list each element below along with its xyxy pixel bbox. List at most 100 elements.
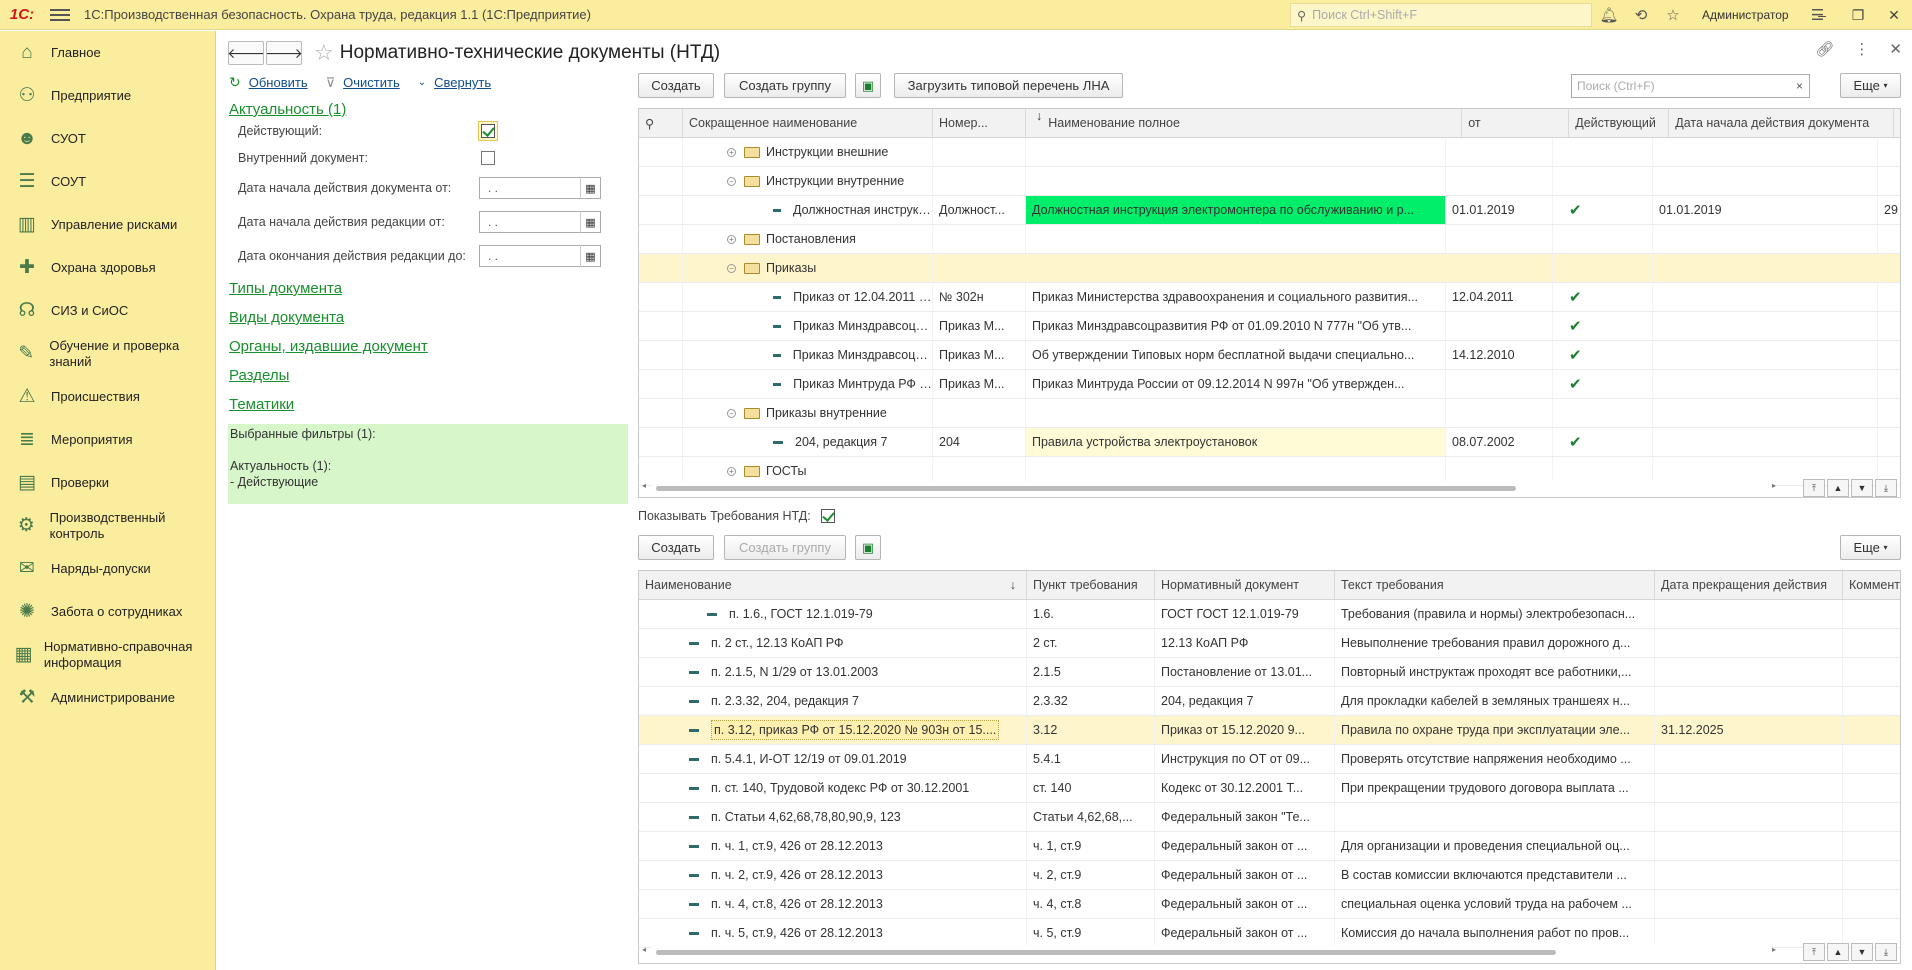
table-row[interactable]: п. 3.12, приказ РФ от 15.12.2020 № 903н … [639,716,1900,745]
more-vertical-icon[interactable]: ⋮ [1854,40,1869,58]
documents-hscroll[interactable]: ◂ ▸ [642,481,1776,495]
column-header[interactable]: Номер... [933,109,1026,137]
table-row[interactable]: Приказ Минздравсоцразвит... Приказ М... Пр… [639,312,1900,341]
sidebar-item[interactable]: ✚ Охрана здоровья [0,246,215,289]
forward-button[interactable]: 🡒 [265,41,303,65]
column-header[interactable]: Дата прекращения действия [1655,571,1843,599]
close-form-icon[interactable]: ✕ [1889,40,1902,58]
table-row[interactable]: Приказ Минздравсоцразвити... Приказ М... О… [639,341,1900,370]
table-row[interactable]: − Приказы внутренние [639,399,1900,428]
sidebar-item[interactable]: ⚙ Производственный контроль [0,504,215,547]
column-header[interactable]: Комментар [1843,571,1900,599]
table-row[interactable]: 204, редакция 7 204 Правила устройства эле… [639,428,1900,457]
filter-group-doc-types[interactable]: Типы документа [229,280,342,297]
minimize-icon[interactable]: – [1804,7,1840,23]
table-row[interactable]: п. ч. 2, ст.9, 426 от 28.12.2013 ч. 2, ст… [639,861,1900,890]
table-row[interactable]: − Инструкции внутренние [639,167,1900,196]
table-row[interactable]: Приказ Минтруда РФ N 997... Приказ М... Пр… [639,370,1900,399]
clear-search-button[interactable]: × [1790,74,1810,98]
table-row[interactable]: п. 1.6., ГОСТ 12.1.019-79 1.6. ГОСТ ГОСТ … [639,600,1900,629]
sidebar-item[interactable]: ⌂ Главное [0,31,215,74]
show-requirements-checkbox[interactable] [821,509,835,523]
restore-icon[interactable]: ❐ [1840,7,1876,24]
actuality-group-link[interactable]: Актуальность (1) [229,101,346,118]
next-row-icon[interactable]: ▼ [1851,479,1873,497]
table-row[interactable]: п. 2.3.32, 204, редакция 7 2.3.32 204, ред… [639,687,1900,716]
table-row[interactable]: п. 2.1.5, N 1/29 от 13.01.2003 2.1.5 Поста… [639,658,1900,687]
close-icon[interactable]: ✕ [1876,7,1912,24]
table-row[interactable]: п. ст. 140, Трудовой кодекс РФ от 30.12.… [639,774,1900,803]
sidebar-item[interactable]: ☊ СИЗ и СиОС [0,289,215,332]
documents-table[interactable]: ⚲ Сокращенное наименование Номер... ↓ Наимен… [638,108,1901,498]
requirements-hscroll[interactable]: ◂ ▸ [642,945,1776,959]
favorite-star-icon[interactable]: ☆ [314,40,334,66]
sidebar-item[interactable]: ☰ СОУТ [0,160,215,203]
sidebar-item[interactable]: ⚠ Происшествия [0,375,215,418]
sidebar-item[interactable]: ▦ Нормативно-справочная информация [0,633,215,676]
table-row[interactable]: п. 2 ст., 12.13 КоАП РФ 2 ст. 12.13 КоАП … [639,629,1900,658]
sidebar-item[interactable]: ▥ Управление рисками [0,203,215,246]
last-row-icon[interactable]: ⤓ [1875,479,1897,497]
table-search-input[interactable]: Поиск (Ctrl+F) [1571,74,1791,98]
table-row[interactable]: + Постановления [639,225,1900,254]
menu-icon[interactable] [50,8,70,21]
attachment-icon[interactable]: ⚲ [639,109,683,137]
sidebar-item[interactable]: ⚒ Администрирование [0,676,215,719]
column-header[interactable]: Дата начала действия документа [1669,109,1895,137]
sidebar-item[interactable]: ☻ СУОТ [0,117,215,160]
table-row[interactable]: Приказ от 12.04.2011 № 302н № 302н Приказ … [639,283,1900,312]
link-icon[interactable]: 🔗︎ [1815,40,1834,58]
history-icon[interactable]: ⟲ [1632,6,1650,24]
excel-export-button-2[interactable]: ▣ [855,535,881,560]
star-icon[interactable]: ☆ [1664,6,1682,24]
collapse-icon[interactable]: − [727,176,736,186]
table-row[interactable]: п. ч. 4, ст.8, 426 от 28.12.2013 ч. 4, ст… [639,890,1900,919]
collapse-icon[interactable]: − [727,408,736,418]
collapse-link[interactable]: Свернуть [434,75,491,90]
prev-row-icon[interactable]: ▲ [1827,479,1849,497]
active-checkbox[interactable] [481,124,495,138]
more-button-2[interactable]: Еще ▾ [1840,535,1901,560]
filter-group-issuers[interactable]: Органы, издавшие документ [229,338,428,355]
expand-icon[interactable]: + [727,466,736,476]
column-header[interactable]: Действующий [1569,109,1670,137]
calendar-icon[interactable]: ▦ [580,211,600,233]
column-header[interactable]: Сокращенное наименование [683,109,933,137]
table-row[interactable]: п. 5.4.1, И-ОТ 12/19 от 09.01.2019 5.4.1 И… [639,745,1900,774]
table-row[interactable]: п. ч. 1, ст.9, 426 от 28.12.2013 ч. 1, ст… [639,832,1900,861]
column-header[interactable]: Пункт требования [1027,571,1155,599]
bell-icon[interactable]: 🔔︎ [1599,6,1618,24]
user-name[interactable]: Администратор [1702,8,1789,22]
filter-group-sections[interactable]: Разделы [229,367,289,384]
back-button[interactable]: 🡐 [227,41,265,65]
first-row-icon[interactable]: ⤒ [1803,943,1825,961]
last-row-icon[interactable]: ⤓ [1875,943,1897,961]
filter-group-doc-kinds[interactable]: Виды документа [229,309,344,326]
prev-row-icon[interactable]: ▲ [1827,943,1849,961]
global-search-input[interactable]: ⚲ Поиск Ctrl+Shift+F [1290,3,1592,27]
table-row[interactable]: Должностная инструкция эл... Должност... Д… [639,196,1900,225]
excel-export-button[interactable]: ▣ [855,73,881,98]
expand-icon[interactable]: + [727,147,736,157]
table-row[interactable]: − Приказы [639,254,1900,283]
more-button[interactable]: Еще ▾ [1840,73,1901,98]
internal-doc-checkbox[interactable] [481,151,495,165]
next-row-icon[interactable]: ▼ [1851,943,1873,961]
first-row-icon[interactable]: ⤒ [1803,479,1825,497]
calendar-icon[interactable]: ▦ [580,177,600,199]
requirements-table[interactable]: Наименование ↓ Пункт требования Нормативный… [638,570,1901,964]
collapse-icon[interactable]: − [727,263,736,273]
table-row[interactable]: п. Статьи 4,62,68,78,80,90,9, 123 Статьи … [639,803,1900,832]
calendar-icon[interactable]: ▦ [580,245,600,267]
sidebar-item[interactable]: ▤ Проверки [0,461,215,504]
create-requirement-button[interactable]: Создать [638,535,714,560]
column-header[interactable]: Наименование ↓ [639,571,1027,599]
filter-group-topics[interactable]: Тематики [229,396,294,413]
column-header[interactable]: Наименование полное [1042,109,1463,137]
column-header[interactable]: Да [1894,109,1900,137]
sidebar-item[interactable]: ✉ Наряды-допуски [0,547,215,590]
refresh-link[interactable]: Обновить [249,75,308,90]
sidebar-item[interactable]: ✎ Обучение и проверка знаний [0,332,215,375]
column-header[interactable]: Нормативный документ [1155,571,1335,599]
create-button[interactable]: Создать [638,73,714,98]
